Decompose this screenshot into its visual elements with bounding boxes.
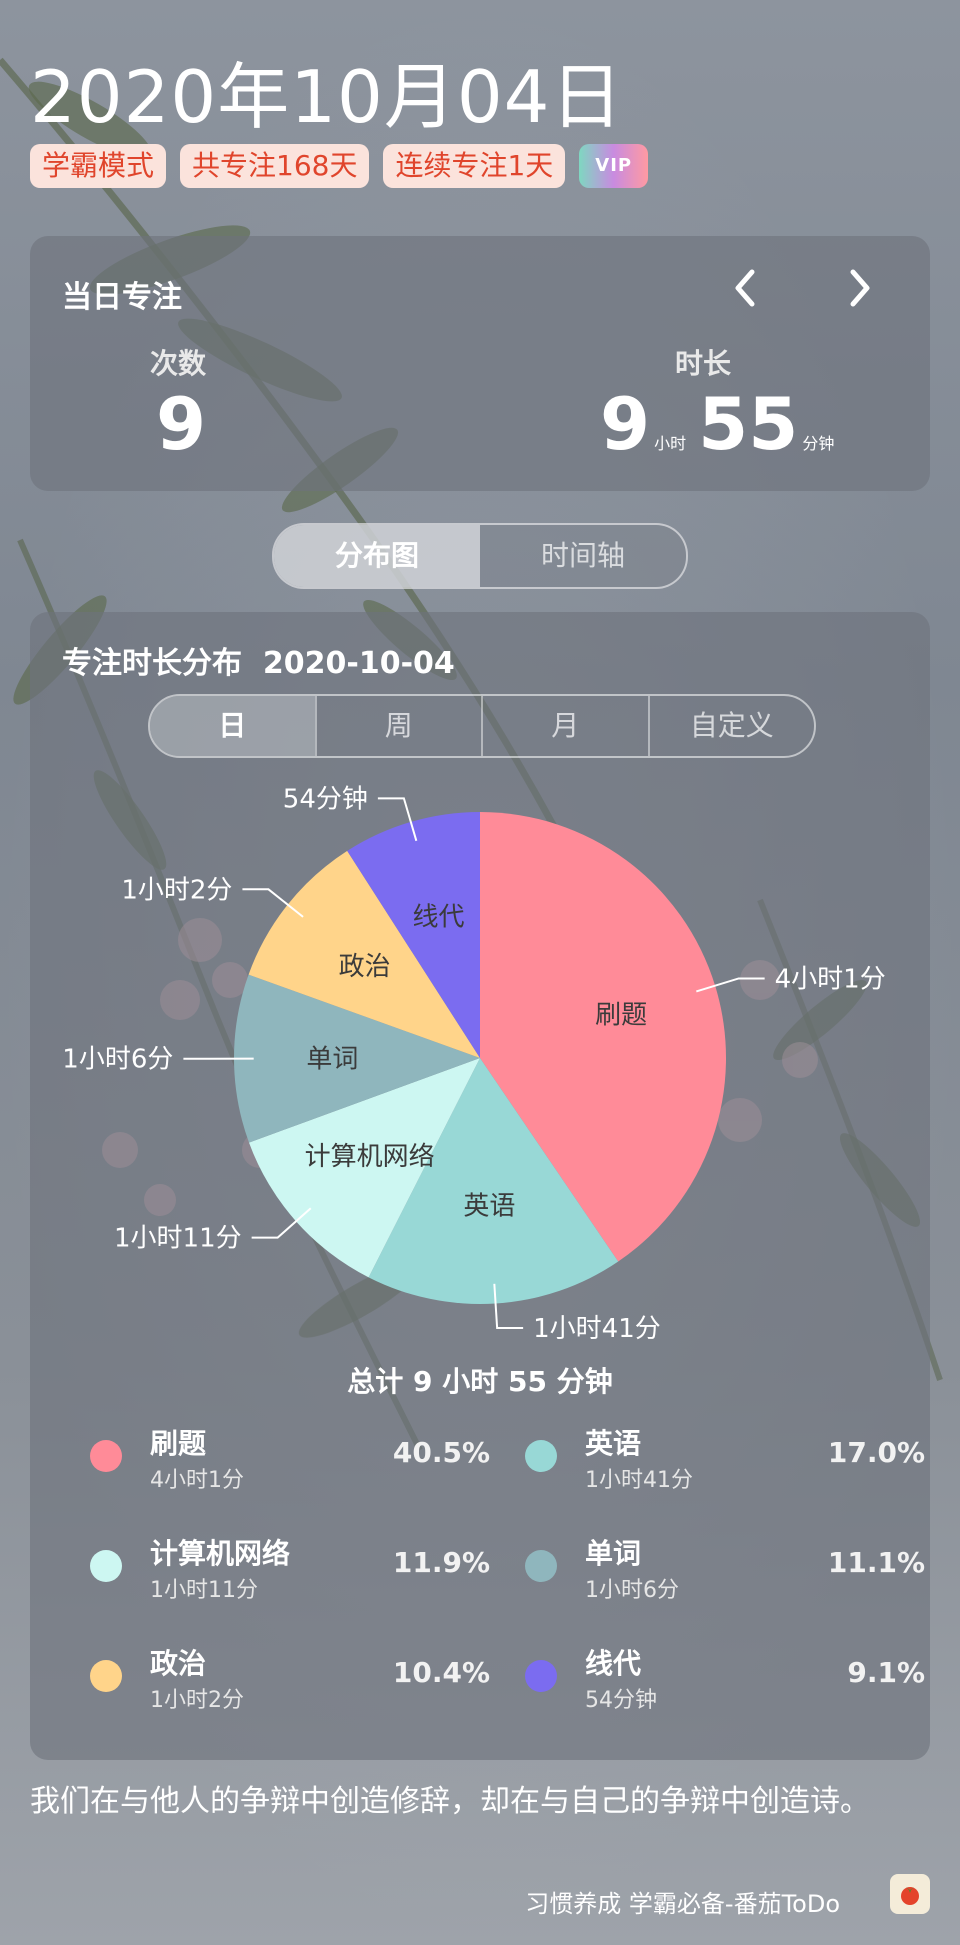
pie-duration-label: 4小时1分: [775, 964, 886, 994]
legend-color-dot: [90, 1440, 122, 1472]
legend-duration: 1小时2分: [150, 1688, 244, 1713]
legend-duration: 1小时41分: [585, 1468, 693, 1493]
daily-focus-card: 当日专注 次数 9 时长 9 小时 55 分钟: [30, 236, 930, 491]
pie-slice-label: 英语: [463, 1191, 515, 1221]
duration-hours-unit: 小时: [654, 434, 687, 453]
legend-item: 英语 1小时41分 17.0%: [525, 1422, 925, 1493]
period-selector: 日 周 月 自定义: [148, 694, 816, 758]
chevron-right-icon[interactable]: [845, 266, 875, 318]
legend-percent: 10.4%: [392, 1656, 490, 1689]
chevron-left-icon[interactable]: [730, 266, 760, 318]
tag-total-days: 共专注168天: [180, 144, 370, 188]
legend-name: 计算机网络: [150, 1537, 291, 1570]
tab-distribution[interactable]: 分布图: [274, 525, 480, 587]
legend-name: 线代: [585, 1647, 642, 1680]
legend-item: 政治 1小时2分 10.4%: [90, 1642, 490, 1713]
distribution-title: 专注时长分布 2020-10-04: [62, 638, 455, 682]
legend-name: 单词: [585, 1537, 642, 1570]
distribution-card: 专注时长分布 2020-10-04 日 周 月 自定义 刷题 4小时1分 英语 1小时…: [30, 612, 930, 1760]
distribution-title-text: 专注时长分布: [62, 646, 242, 681]
legend-color-dot: [90, 1550, 122, 1582]
legend-color-dot: [525, 1660, 557, 1692]
legend-item: 线代 54分钟 9.1%: [525, 1642, 925, 1713]
period-custom[interactable]: 自定义: [647, 696, 815, 756]
legend-percent: 17.0%: [827, 1436, 925, 1469]
tag-streak-days: 连续专注1天: [383, 144, 566, 188]
period-day[interactable]: 日: [150, 696, 315, 756]
total-duration: 总计 9 小时 55 分钟: [347, 1365, 613, 1398]
date-title: 2020年10月04日: [30, 55, 624, 139]
tab-timeline[interactable]: 时间轴: [480, 525, 686, 587]
legend-name: 英语: [585, 1427, 642, 1460]
count-value: 9: [156, 382, 207, 466]
legend-item: 计算机网络 1小时11分 11.9%: [90, 1532, 490, 1603]
duration-value: 9 小时 55 分钟: [600, 384, 846, 464]
tag-row: 学霸模式 共专注168天 连续专注1天 VIP: [30, 144, 649, 188]
legend-percent: 9.1%: [847, 1656, 925, 1689]
legend-duration: 54分钟: [585, 1688, 657, 1713]
duration-hours: 9: [600, 382, 651, 466]
legend-item: 刷题 4小时1分 40.5%: [90, 1422, 490, 1493]
tomato-icon[interactable]: [890, 1874, 930, 1914]
pie-duration-label: 1小时2分: [121, 875, 232, 905]
daily-focus-title: 当日专注: [62, 280, 182, 315]
legend-name: 刷题: [150, 1427, 207, 1460]
distribution-date: 2020-10-04: [262, 646, 455, 681]
legend-duration: 1小时6分: [585, 1578, 679, 1603]
pie-slice-label: 线代: [412, 902, 464, 932]
legend-percent: 11.1%: [827, 1546, 925, 1579]
pie-slice-label: 计算机网络: [305, 1142, 435, 1172]
legend-percent: 11.9%: [392, 1546, 490, 1579]
pie-slice-label: 政治: [339, 952, 391, 982]
duration-minutes-unit: 分钟: [802, 434, 835, 453]
legend-item: 单词 1小时6分 11.1%: [525, 1532, 925, 1603]
pie-slice-label: 刷题: [595, 1001, 647, 1031]
legend-duration: 1小时11分: [150, 1578, 258, 1603]
vip-badge[interactable]: VIP: [579, 144, 649, 188]
count-label: 次数: [150, 347, 207, 380]
legend-color-dot: [525, 1440, 557, 1472]
tag-study-mode: 学霸模式: [30, 144, 167, 188]
pie-duration-label: 54分钟: [283, 784, 368, 814]
view-toggle: 分布图 时间轴: [272, 523, 688, 589]
legend-color-dot: [525, 1550, 557, 1582]
legend-duration: 4小时1分: [150, 1468, 244, 1493]
pie-slice-label: 单词: [306, 1044, 358, 1074]
pie-duration-label: 1小时41分: [533, 1314, 661, 1342]
pie-chart: 刷题 4小时1分英语 1小时41分 计算机网络 1小时11分 单词 1小时6分 政治 1小时2分…: [62, 784, 886, 1342]
pie-duration-label: 1小时11分: [114, 1224, 242, 1254]
legend-color-dot: [90, 1660, 122, 1692]
legend-percent: 40.5%: [392, 1436, 490, 1469]
legend-name: 政治: [150, 1647, 207, 1680]
duration-label: 时长: [675, 347, 732, 380]
period-month[interactable]: 月: [481, 696, 648, 756]
period-week[interactable]: 周: [314, 696, 482, 756]
duration-minutes: 55: [698, 382, 799, 466]
quote-text: 我们在与他人的争辩中创造修辞，却在与自己的争辩中创造诗。: [30, 1784, 870, 1819]
pie-duration-label: 1小时6分: [62, 1045, 173, 1075]
footer-text: 习惯养成 学霸必备-番茄ToDo: [525, 1890, 840, 1918]
